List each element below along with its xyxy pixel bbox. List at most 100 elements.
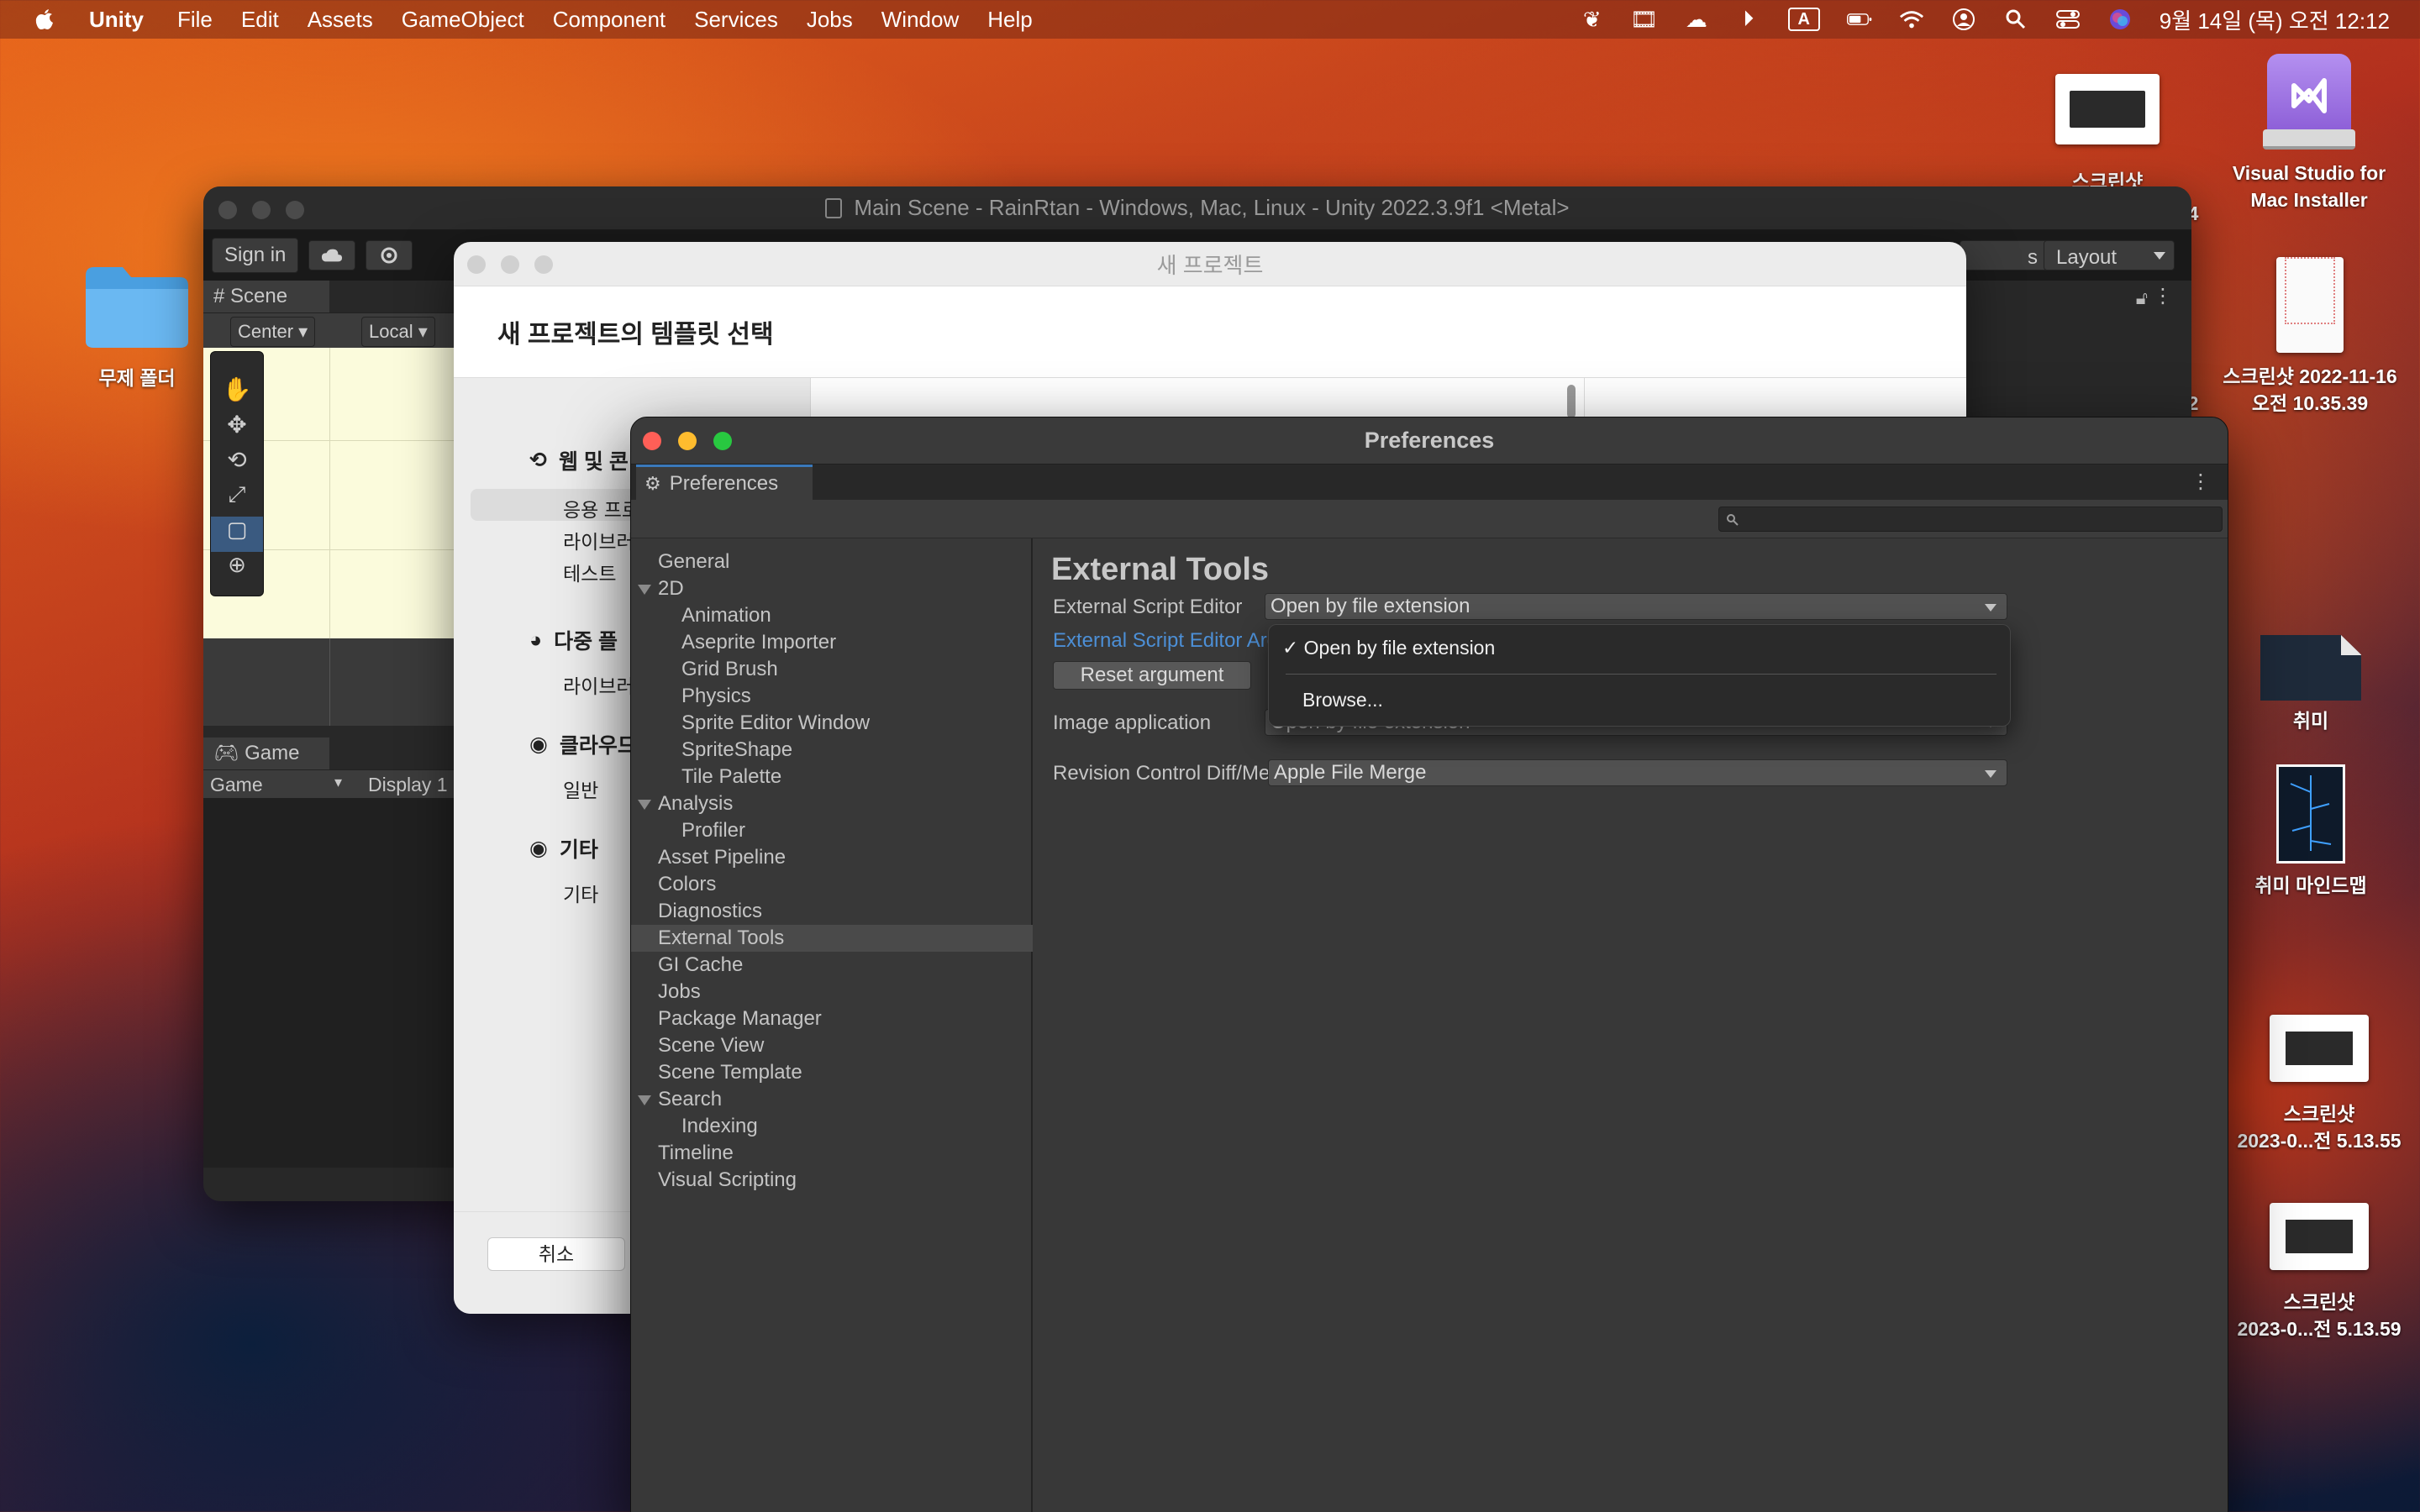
close-button[interactable] xyxy=(467,255,486,274)
tab-preferences[interactable]: ⚙ Preferences xyxy=(636,465,813,500)
menu-clock[interactable]: 9월 14일 (목) 오전 12:12 xyxy=(2160,4,2390,35)
external-script-editor-dropdown[interactable]: Open by file extension xyxy=(1265,593,2007,620)
menu-gameobject[interactable]: GameObject xyxy=(402,7,524,33)
pref-item-profiler[interactable]: Profiler xyxy=(631,817,1033,844)
desktop-folder[interactable]: 무제 폴더 xyxy=(81,260,193,391)
move-tool-icon[interactable]: ✥ xyxy=(211,411,263,446)
wifi-icon[interactable] xyxy=(1899,7,1924,32)
more-icon[interactable]: ⋮ xyxy=(2153,284,2173,308)
pref-item-general[interactable]: General xyxy=(631,549,1033,575)
external-script-editor-args-label[interactable]: External Script Editor Args xyxy=(1053,629,1288,653)
sidebar-item-app[interactable]: 응용 프로 xyxy=(563,494,639,522)
input-source-icon[interactable]: A xyxy=(1787,8,1820,31)
cloud-button[interactable] xyxy=(308,240,356,270)
pref-item-search[interactable]: Search xyxy=(631,1086,1033,1113)
collab-button[interactable] xyxy=(366,240,413,270)
desktop-screenshot-b[interactable]: 스크린샷 2023-0...전 5.13.59 xyxy=(2218,1203,2420,1342)
sidebar-item-general[interactable]: 일반 xyxy=(563,774,598,803)
pref-item-indexing[interactable]: Indexing xyxy=(631,1113,1033,1140)
scale-tool-icon[interactable]: ⤢ xyxy=(211,481,263,517)
menu-services[interactable]: Services xyxy=(694,7,778,33)
pref-item-analysis[interactable]: Analysis xyxy=(631,790,1033,817)
display-dropdown[interactable]: Display 1 xyxy=(368,774,448,796)
leaf-icon[interactable]: ❦ xyxy=(1580,7,1605,32)
menu-edit[interactable]: Edit xyxy=(241,7,279,33)
user-account-icon[interactable] xyxy=(1951,7,1976,32)
expand-triangle-icon[interactable] xyxy=(638,800,651,810)
desktop-hobby-mindmap[interactable]: 취미 마인드맵 xyxy=(2210,764,2412,899)
revision-control-dropdown[interactable]: Apple File Merge xyxy=(1268,759,2007,786)
menu-component[interactable]: Component xyxy=(553,7,666,33)
pref-item-aseprite-importer[interactable]: Aseprite Importer xyxy=(631,629,1033,656)
desktop-hobby-file[interactable]: 취미 xyxy=(2227,635,2395,734)
pref-item-gi-cache[interactable]: GI Cache xyxy=(631,952,1033,979)
pref-item-colors[interactable]: Colors xyxy=(631,871,1033,898)
menu-assets[interactable]: Assets xyxy=(308,7,373,33)
desktop-visual-studio-installer[interactable]: Visual Studio for Mac Installer xyxy=(2210,54,2408,213)
siri-icon[interactable] xyxy=(2107,7,2133,32)
pref-item-scene-template[interactable]: Scene Template xyxy=(631,1059,1033,1086)
minimize-button[interactable] xyxy=(678,432,697,450)
pivot-local-dropdown[interactable]: Local ▾ xyxy=(361,317,435,347)
play-circle-icon[interactable]: ⏵ xyxy=(1736,6,1761,32)
sidebar-item-library-2[interactable]: 라이브러i xyxy=(563,670,639,699)
pref-item-visual-scripting[interactable]: Visual Scripting xyxy=(631,1167,1033,1194)
pref-item-scene-view[interactable]: Scene View xyxy=(631,1032,1033,1059)
lock-icon[interactable]: 🔓︎ xyxy=(2136,287,2148,309)
sidebar-item-test[interactable]: 테스트 xyxy=(563,558,616,586)
pref-item-sprite-editor-window[interactable]: Sprite Editor Window xyxy=(631,710,1033,737)
more-icon[interactable]: ⋮ xyxy=(2191,470,2211,494)
pref-item-external-tools[interactable]: External Tools xyxy=(631,925,1033,952)
pref-item-2d[interactable]: 2D xyxy=(631,575,1033,602)
sidebar-item-other[interactable]: 기타 xyxy=(563,879,598,907)
menu-jobs[interactable]: Jobs xyxy=(807,7,853,33)
pref-item-diagnostics[interactable]: Diagnostics xyxy=(631,898,1033,925)
pref-item-jobs[interactable]: Jobs xyxy=(631,979,1033,1005)
pivot-center-dropdown[interactable]: Center ▾ xyxy=(230,317,316,347)
sign-in-button[interactable]: Sign in xyxy=(212,238,299,273)
menu-help[interactable]: Help xyxy=(987,7,1032,33)
pref-item-timeline[interactable]: Timeline xyxy=(631,1140,1033,1167)
pref-item-package-manager[interactable]: Package Manager xyxy=(631,1005,1033,1032)
rect-tool-icon[interactable]: ▢ xyxy=(211,517,263,552)
cloud-status-icon[interactable]: ☁ xyxy=(1684,7,1709,32)
zoom-button[interactable] xyxy=(713,432,732,450)
scene-tab[interactable]: # Scene xyxy=(203,281,329,312)
cancel-button[interactable]: 취소 xyxy=(487,1237,625,1271)
transform-tool-icon[interactable]: ⊕ xyxy=(211,552,263,587)
minimize-button[interactable] xyxy=(501,255,519,274)
popup-option-browse[interactable]: Browse... xyxy=(1302,689,1383,711)
expand-triangle-icon[interactable] xyxy=(638,1095,651,1105)
close-button[interactable] xyxy=(643,432,661,450)
game-view-dropdown[interactable]: Game xyxy=(210,774,263,796)
menu-file[interactable]: File xyxy=(177,7,213,33)
rotate-tool-icon[interactable]: ⟲ xyxy=(211,446,263,481)
zoom-button[interactable] xyxy=(534,255,553,274)
layout-dropdown[interactable]: Layout xyxy=(2044,240,2175,270)
reset-argument-button[interactable]: Reset argument xyxy=(1053,661,1251,690)
hand-tool-icon[interactable]: ✋ xyxy=(211,375,263,411)
control-center-icon[interactable] xyxy=(2055,7,2081,32)
pref-item-spriteshape[interactable]: SpriteShape xyxy=(631,737,1033,764)
desktop-screenshot-2022[interactable]: 스크린샷 2022-11-16 오전 10.35.39 xyxy=(2205,249,2415,417)
sidebar-item-library[interactable]: 라이브러i xyxy=(563,526,639,554)
film-icon[interactable]: 🎞︎ xyxy=(1630,7,1658,32)
pref-item-grid-brush[interactable]: Grid Brush xyxy=(631,656,1033,683)
search-input[interactable] xyxy=(1718,507,2223,532)
game-viewport[interactable] xyxy=(203,798,481,1168)
game-tab[interactable]: 🎮︎ Game xyxy=(203,738,329,769)
spotlight-search-icon[interactable] xyxy=(2003,7,2028,32)
pref-item-tile-palette[interactable]: Tile Palette xyxy=(631,764,1033,790)
desktop-screenshot-top[interactable] xyxy=(2055,74,2160,144)
minimize-button[interactable] xyxy=(252,201,271,219)
close-button[interactable] xyxy=(218,201,237,219)
pref-item-asset-pipeline[interactable]: Asset Pipeline xyxy=(631,844,1033,871)
desktop-screenshot-a[interactable]: 스크린샷 2023-0...전 5.13.55 xyxy=(2218,1015,2420,1154)
menu-window[interactable]: Window xyxy=(881,7,959,33)
menu-app-unity[interactable]: Unity xyxy=(89,7,144,33)
expand-triangle-icon[interactable] xyxy=(638,585,651,595)
popup-option-open-by-extension[interactable]: ✓ Open by file extension xyxy=(1282,637,1495,659)
apple-logo-icon[interactable] xyxy=(32,7,57,32)
zoom-button[interactable] xyxy=(286,201,304,219)
battery-icon[interactable] xyxy=(1846,7,1872,32)
